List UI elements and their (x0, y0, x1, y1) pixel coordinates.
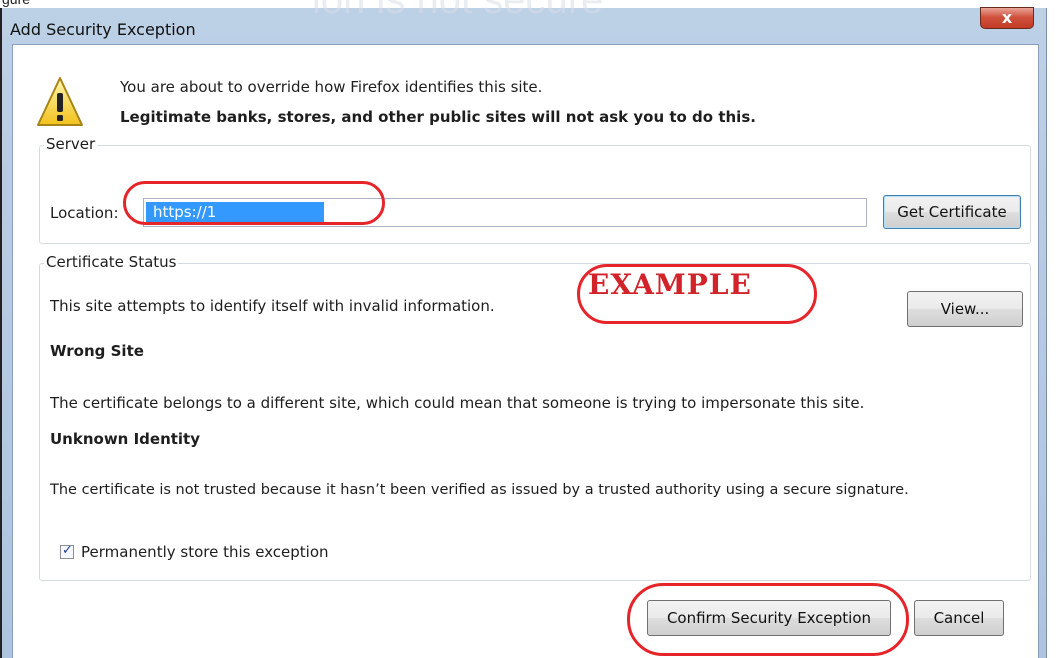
title-bar[interactable]: Add Security Exception x (2, 7, 1046, 44)
permanent-store-checkbox[interactable]: ✓ (60, 543, 74, 559)
close-icon: x (1001, 8, 1013, 27)
certificate-summary: This site attempts to identify itself wi… (50, 297, 495, 315)
window-title: Add Security Exception (10, 20, 196, 39)
cancel-button[interactable]: Cancel (914, 600, 1004, 636)
server-group-label: Server (44, 135, 98, 153)
unknown-identity-text: The certificate is not trusted because i… (50, 482, 909, 498)
background-caption: gure (2, 0, 30, 7)
location-highlight-oval (123, 181, 385, 225)
get-certificate-label: Get Certificate (897, 203, 1007, 221)
certificate-status-label: Certificate Status (44, 253, 179, 271)
location-label: Location: (50, 204, 119, 222)
wrong-site-text: The certificate belongs to a different s… (50, 394, 865, 412)
close-button[interactable]: x (980, 7, 1034, 29)
dialog-body: You are about to override how Firefox id… (12, 44, 1039, 658)
intro-text: You are about to override how Firefox id… (120, 78, 543, 96)
cancel-button-label: Cancel (933, 609, 985, 627)
confirm-highlight-oval (627, 583, 909, 656)
wrong-site-heading: Wrong Site (50, 342, 144, 360)
permanent-store-label[interactable]: Permanently store this exception (81, 543, 329, 561)
intro-warning-text: Legitimate banks, stores, and other publ… (120, 108, 756, 126)
unknown-identity-heading: Unknown Identity (50, 430, 201, 448)
warning-icon (37, 77, 83, 126)
checkmark-icon: ✓ (62, 543, 73, 558)
example-label: EXAMPLE (588, 268, 752, 301)
get-certificate-button[interactable]: Get Certificate (883, 195, 1021, 229)
view-button-label: View... (940, 300, 990, 318)
view-button[interactable]: View... (907, 291, 1023, 327)
dialog-window: ion is not secure Add Security Exception… (0, 0, 1047, 658)
